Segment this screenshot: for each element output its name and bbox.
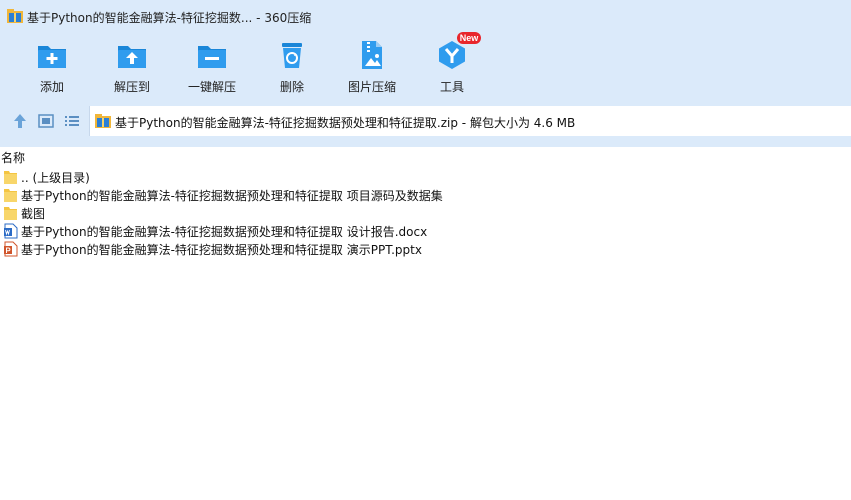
up-arrow-icon[interactable] (11, 112, 29, 130)
list-item-name: 基于Python的智能金融算法-特征挖掘数据预处理和特征提取 项目源码及数据集 (21, 189, 443, 203)
address-text: 基于Python的智能金融算法-特征挖掘数据预处理和特征提取.zip - 解包大… (115, 116, 576, 130)
column-header: 名称 (0, 147, 851, 167)
list-item-parent-directory[interactable]: .. (上级目录) (0, 168, 851, 186)
list-view-icon[interactable] (63, 112, 81, 130)
one-click-extract-button[interactable]: 一键解压 (174, 36, 250, 96)
new-badge: New (457, 32, 481, 44)
list-item-source-folder[interactable]: 基于Python的智能金融算法-特征挖掘数据预处理和特征提取 项目源码及数据集 (0, 186, 851, 204)
list-item-name: .. (上级目录) (21, 171, 90, 185)
folder-icon (4, 207, 17, 220)
folder-icon (4, 171, 17, 184)
delete-button[interactable]: 删除 (254, 36, 330, 96)
archive-app-icon (7, 9, 23, 23)
word-doc-icon (4, 223, 18, 239)
extract-to-label: 解压到 (113, 80, 150, 94)
main-toolbar: 添加 解压到 一键解压 删除 图片压缩 工具 (0, 36, 851, 98)
image-compress-button[interactable]: 图片压缩 (334, 36, 410, 96)
one-click-extract-icon (198, 46, 226, 68)
add-label: 添加 (39, 80, 64, 94)
folder-icon (4, 189, 17, 202)
extract-to-button[interactable]: 解压到 (94, 36, 170, 96)
list-item-report-docx[interactable]: 基于Python的智能金融算法-特征挖掘数据预处理和特征提取 设计报告.docx (0, 222, 851, 240)
address-bar[interactable]: 基于Python的智能金融算法-特征挖掘数据预处理和特征提取.zip - 解包大… (89, 106, 851, 136)
trash-icon (282, 43, 302, 68)
image-compress-icon (362, 41, 382, 69)
one-click-extract-label: 一键解压 (187, 80, 236, 94)
column-name-header[interactable]: 名称 (1, 149, 25, 166)
delete-label: 删除 (279, 80, 304, 94)
list-item-screenshots-folder[interactable]: 截图 (0, 204, 851, 222)
powerpoint-icon (4, 241, 18, 257)
list-item-name: 基于Python的智能金融算法-特征挖掘数据预处理和特征提取 演示PPT.ppt… (21, 243, 422, 257)
list-item-name: 基于Python的智能金融算法-特征挖掘数据预处理和特征提取 设计报告.docx (21, 225, 428, 239)
add-button[interactable]: 添加 (14, 36, 90, 96)
list-item-name: 截图 (21, 207, 46, 221)
title-bar: 基于Python的智能金融算法-特征挖掘数... - 360压缩 (0, 0, 851, 34)
add-icon (38, 46, 66, 68)
thumbnail-view-icon[interactable] (37, 112, 55, 130)
tools-button[interactable]: 工具 (414, 36, 490, 96)
image-compress-label: 图片压缩 (347, 80, 396, 94)
extract-to-icon (118, 46, 146, 68)
tools-label: 工具 (439, 80, 464, 94)
list-item-presentation-pptx[interactable]: 基于Python的智能金融算法-特征挖掘数据预处理和特征提取 演示PPT.ppt… (0, 240, 851, 258)
window-title: 基于Python的智能金融算法-特征挖掘数... - 360压缩 (27, 11, 312, 25)
archive-file-icon (95, 114, 111, 128)
